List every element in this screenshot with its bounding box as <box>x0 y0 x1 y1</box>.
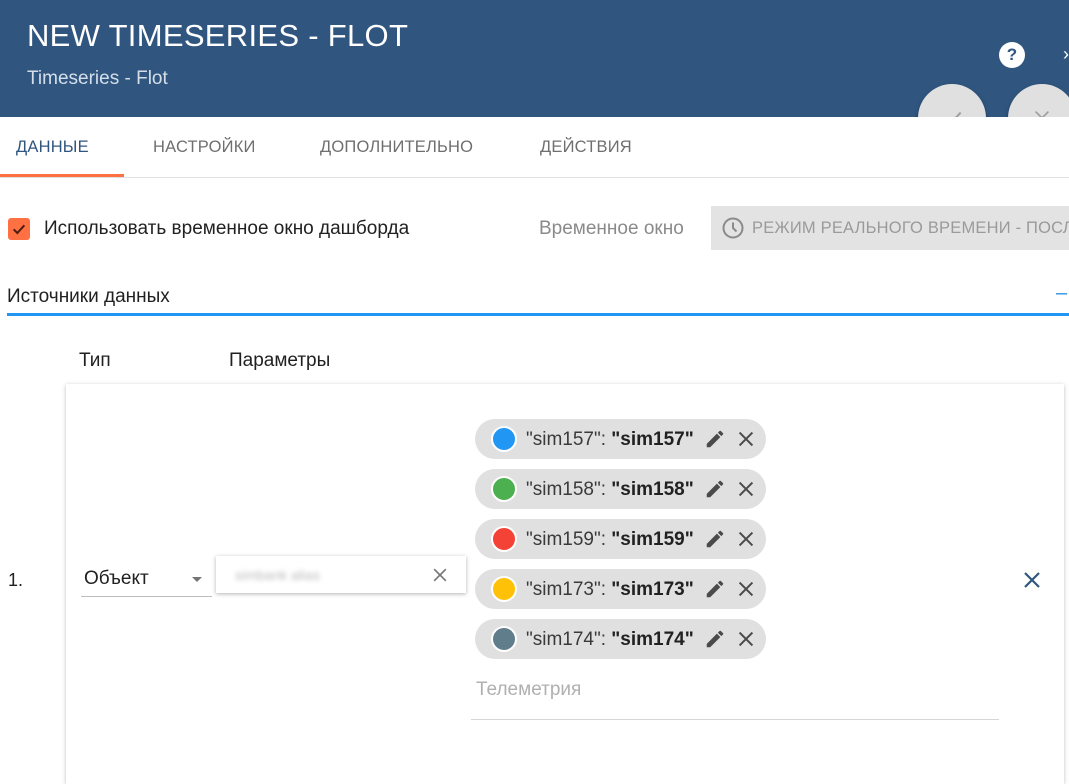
data-key-chip[interactable]: "sim174": "sim174" <box>475 619 766 659</box>
data-key-chip[interactable]: "sim173": "sim173" <box>475 569 766 609</box>
data-key-label: "sim159" <box>611 529 694 550</box>
tab-advanced[interactable]: ДОПОЛНИТЕЛЬНО <box>320 117 473 177</box>
timewindow-button-text: РЕЖИМ РЕАЛЬНОГО ВРЕМЕНИ - ПОСЛЕДНИЕ <box>752 218 1069 237</box>
entity-alias-input[interactable]: simbank alias <box>216 556 466 593</box>
remove-datasource-icon[interactable] <box>1020 568 1044 592</box>
data-key-name: "sim157": <box>526 429 612 450</box>
data-key-name: "sim158": <box>526 479 612 500</box>
tab-bar: ДАННЫЕ НАСТРОЙКИ ДОПОЛНИТЕЛЬНО ДЕЙСТВИЯ <box>0 117 1069 178</box>
remove-key-icon[interactable] <box>735 578 757 600</box>
edit-icon[interactable] <box>704 528 726 550</box>
use-dashboard-timewindow-label[interactable]: Использовать временное окно дашборда <box>44 218 409 240</box>
key-color-dot[interactable] <box>491 626 517 652</box>
remove-key-icon[interactable] <box>735 528 757 550</box>
edit-icon[interactable] <box>704 578 726 600</box>
key-color-dot[interactable] <box>491 526 517 552</box>
data-key-label: "sim173" <box>611 579 694 600</box>
key-color-dot[interactable] <box>491 576 517 602</box>
data-key-chip[interactable]: "sim158": "sim158" <box>475 469 766 509</box>
data-key-name: "sim159": <box>526 529 612 550</box>
data-key-chip[interactable]: "sim159": "sim159" <box>475 519 766 559</box>
checkmark-icon <box>12 224 26 235</box>
telemetry-placeholder: Телеметрия <box>476 679 582 700</box>
column-header-parameters: Параметры <box>229 350 331 371</box>
collapse-icon[interactable]: – <box>1056 282 1067 305</box>
data-key-name: "sim173": <box>526 579 612 600</box>
entity-alias-value: simbank alias <box>235 567 320 583</box>
timewindow-label: Временное окно <box>539 218 684 239</box>
datasource-row-index: 1. <box>8 570 24 590</box>
telemetry-key-input[interactable]: Телеметрия <box>471 672 999 720</box>
column-header-type: Тип <box>79 350 111 371</box>
datasource-type-select[interactable]: Объект <box>81 562 212 597</box>
timewindow-button[interactable]: РЕЖИМ РЕАЛЬНОГО ВРЕМЕНИ - ПОСЛЕДНИЕ <box>711 206 1069 250</box>
active-tab-indicator <box>0 174 124 177</box>
tab-settings[interactable]: НАСТРОЙКИ <box>153 117 256 177</box>
data-key-label: "sim158" <box>611 479 694 500</box>
dialog-subtitle: Timeseries - Flot <box>27 68 168 89</box>
remove-key-icon[interactable] <box>735 478 757 500</box>
remove-key-icon[interactable] <box>735 628 757 650</box>
section-divider <box>7 313 1069 316</box>
data-key-label: "sim174" <box>611 629 694 650</box>
datasource-type-value: Объект <box>84 568 149 589</box>
clock-icon <box>722 217 744 239</box>
tab-data[interactable]: ДАННЫЕ <box>16 117 89 177</box>
overflow-chevron-icon[interactable]: › <box>1063 44 1069 65</box>
tab-actions[interactable]: ДЕЙСТВИЯ <box>540 117 632 177</box>
edit-icon[interactable] <box>704 478 726 500</box>
key-color-dot[interactable] <box>491 476 517 502</box>
clear-alias-icon[interactable] <box>430 565 450 585</box>
help-icon[interactable]: ? <box>999 42 1025 68</box>
dialog-title: NEW TIMESERIES - FLOT <box>27 18 409 53</box>
datasources-section-title[interactable]: Источники данных <box>7 286 170 308</box>
dropdown-arrow-icon <box>192 577 202 582</box>
dialog-header: NEW TIMESERIES - FLOT Timeseries - Flot … <box>0 0 1069 117</box>
edit-icon[interactable] <box>704 428 726 450</box>
remove-key-icon[interactable] <box>735 428 757 450</box>
data-key-name: "sim174": <box>526 629 612 650</box>
data-key-label: "sim157" <box>611 429 694 450</box>
key-color-dot[interactable] <box>491 426 517 452</box>
edit-icon[interactable] <box>704 628 726 650</box>
use-dashboard-timewindow-checkbox[interactable] <box>8 218 30 240</box>
data-key-chip[interactable]: "sim157": "sim157" <box>475 419 766 459</box>
